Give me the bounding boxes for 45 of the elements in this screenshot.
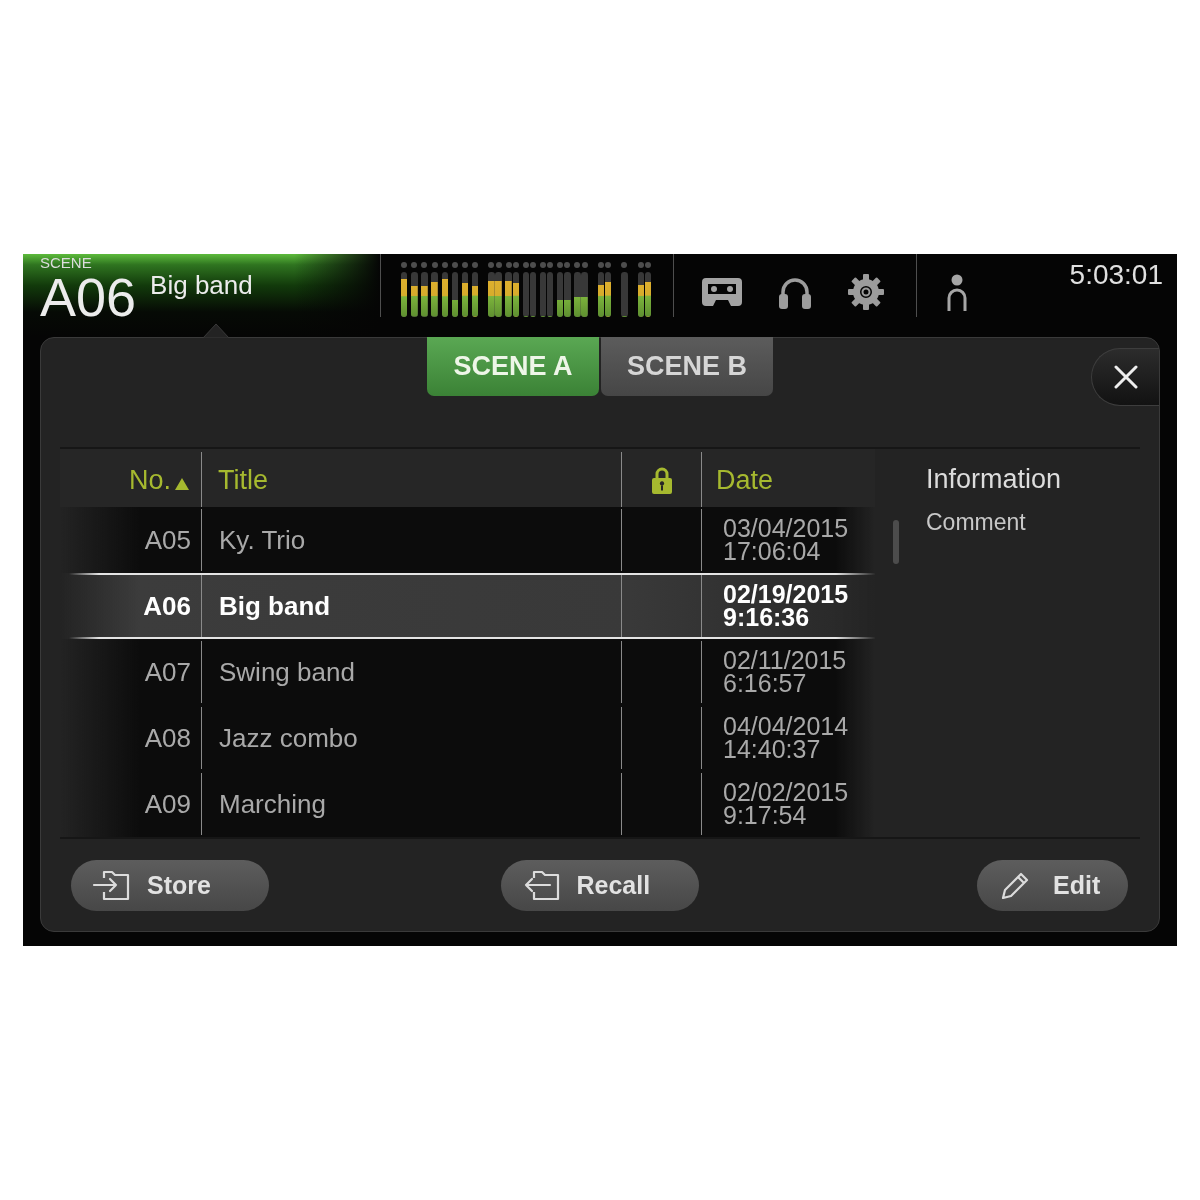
date-cell: 02/11/2015 6:16:57: [701, 641, 875, 703]
scene-title: Big band: [150, 272, 253, 298]
settings-icon[interactable]: [848, 274, 884, 310]
indicator-dot-icon: [472, 262, 479, 268]
date-cell: 02/19/2015 9:16:36: [701, 575, 875, 637]
cassette-icon[interactable]: [702, 278, 742, 306]
edit-button[interactable]: Edit: [977, 859, 1128, 911]
scrollbar-thumb[interactable]: [893, 520, 899, 564]
sort-ascending-icon[interactable]: [175, 477, 189, 490]
scene-title-cell: Marching: [201, 773, 621, 835]
comment-label: Comment: [926, 509, 1027, 535]
column-header[interactable]: Title: [218, 464, 268, 495]
folder-arrow-in-icon: [92, 869, 130, 901]
indicator-dot-icon: [431, 262, 438, 268]
clock-time: 5:03:01: [1069, 258, 1164, 290]
scene-number-cell-text: A07: [143, 655, 192, 689]
indicator-dot-icon: [421, 262, 428, 268]
indicator-dot-icon: [461, 262, 468, 268]
close-icon: [1113, 365, 1138, 389]
date-cell: 03/04/2015 17:06:04: [701, 509, 875, 571]
info-heading: Information: [926, 463, 1063, 495]
scene-tab[interactable]: SCENE B: [601, 337, 773, 396]
column-header[interactable]: Date: [716, 464, 774, 495]
indicator-dot-icon: [411, 262, 418, 268]
date-cell: 02/02/2015 9:17:54: [701, 773, 875, 835]
indicator-dot-icon: [441, 262, 448, 268]
recall-button[interactable]: Recall: [500, 859, 699, 911]
headphones-icon[interactable]: [778, 275, 812, 309]
scene-label: SCENE: [40, 255, 93, 271]
scene-number-cell-text: A08: [143, 721, 192, 755]
scene-number-cell-text: A05: [143, 523, 192, 557]
scene-title-cell: Jazz combo: [201, 707, 621, 769]
column-header[interactable]: No.: [128, 464, 171, 495]
scene-title-cell: Big band: [201, 575, 621, 637]
scene-number: A06: [40, 270, 137, 324]
date-cell: 04/04/2014 14:40:37: [701, 707, 875, 769]
close-button[interactable]: [1091, 348, 1159, 406]
scene-number-cell-text: A09: [143, 787, 192, 821]
store-button[interactable]: Store: [71, 859, 269, 911]
scene-number-cell-text: A06: [142, 589, 192, 623]
scene-title-cell: Swing band: [201, 641, 621, 703]
indicator-dot-icon: [451, 262, 458, 268]
indicator-dot-icon: [401, 262, 408, 268]
indicator-dot-icon: [621, 262, 628, 268]
scene-title-cell: Ky. Trio: [201, 509, 621, 571]
